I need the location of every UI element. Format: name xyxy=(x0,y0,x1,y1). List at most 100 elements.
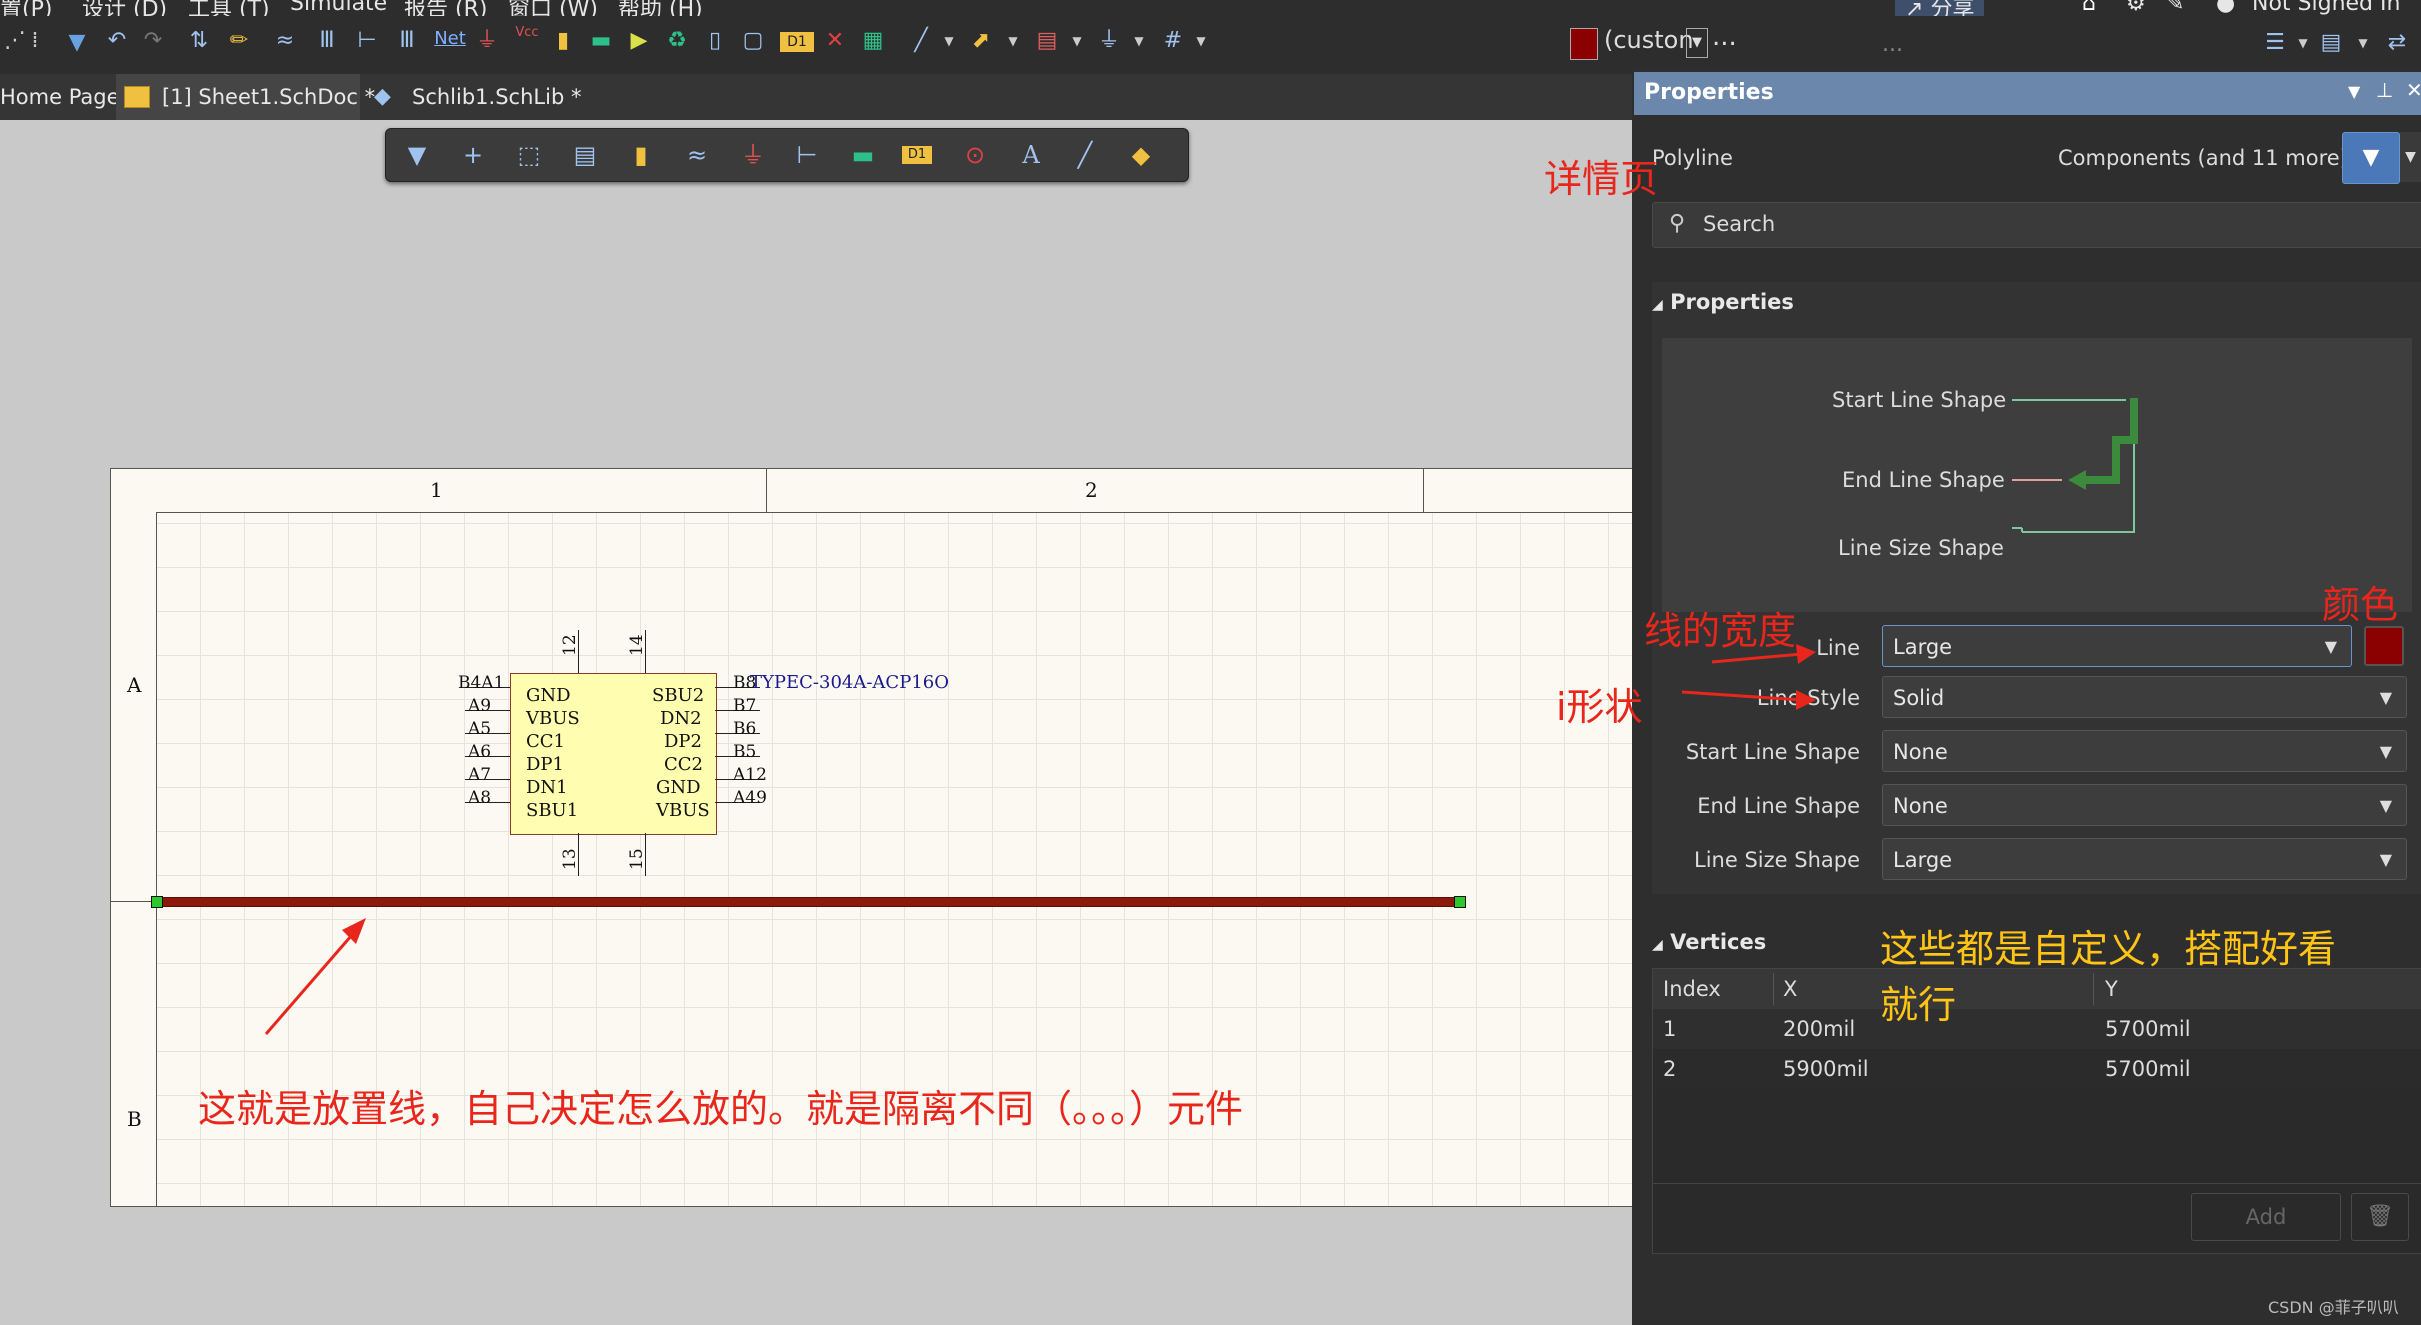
harness-tool-icon[interactable]: ⊢ xyxy=(792,141,822,169)
user-icon[interactable]: ● xyxy=(2216,0,2235,16)
sheet-symbol-icon[interactable]: ▬ xyxy=(588,28,614,54)
grid-icon[interactable]: # xyxy=(1160,28,1186,54)
tab-home-page[interactable]: Home Page xyxy=(0,74,120,120)
net-label-button[interactable]: Net xyxy=(430,26,470,52)
end-line-shape-select[interactable]: None ▼ xyxy=(1882,784,2407,826)
table-row[interactable]: 2 5900mil 5700mil xyxy=(1653,1049,2421,1089)
vertex-x[interactable]: 200mil xyxy=(1783,1017,1855,1041)
layout-dropdown-icon[interactable]: ▼ xyxy=(2350,30,2376,56)
trash-icon[interactable]: 🗑 xyxy=(2351,1193,2409,1241)
designator-tool-icon[interactable]: D1 xyxy=(902,146,932,164)
line-width-select[interactable]: Large ▼ xyxy=(1882,625,2352,667)
share-button[interactable]: ↗ 分享 xyxy=(1895,0,1985,16)
bus-entry-icon[interactable]: ⊢ xyxy=(354,28,380,54)
menu-item-design[interactable]: 设计 (D) xyxy=(82,0,167,16)
gear-icon[interactable]: ⚙ xyxy=(2126,0,2146,16)
select-icon[interactable]: ⁞ xyxy=(22,28,48,54)
toolbar-more[interactable]: ... xyxy=(1712,22,1737,52)
harness-icon[interactable]: Ⅲ xyxy=(314,28,340,54)
grid-dropdown-icon[interactable]: ▼ xyxy=(1188,28,1214,54)
polyline[interactable] xyxy=(155,897,1459,907)
menu-item-help[interactable]: 帮助 (H) xyxy=(618,0,703,16)
sheet-symbol-tool-icon[interactable]: ▬ xyxy=(848,141,878,169)
power-dropdown-icon[interactable]: ▼ xyxy=(1126,28,1152,54)
vcc-button[interactable]: Vcc xyxy=(510,20,544,46)
tab-schlib1[interactable]: ◆ Schlib1.SchLib * xyxy=(370,74,600,120)
panel-menu-icon[interactable]: ▼ xyxy=(2348,82,2360,101)
swap-icon[interactable]: ⇄ xyxy=(2384,30,2410,56)
line-color-swatch[interactable] xyxy=(2364,626,2404,666)
add-vertex-button[interactable]: Add xyxy=(2191,1193,2341,1241)
move-icon[interactable]: + xyxy=(458,141,488,169)
harness-connector-icon[interactable]: ▯ xyxy=(702,28,728,54)
filter-icon[interactable]: ▼ xyxy=(402,141,432,169)
column-header-x[interactable]: X xyxy=(1783,977,1797,1001)
line-style-select[interactable]: Solid ▼ xyxy=(1882,676,2407,718)
select-area-icon[interactable]: ⬚ xyxy=(514,141,544,169)
align-left-icon[interactable]: ▤ xyxy=(570,141,600,169)
polyline-vertex-handle[interactable] xyxy=(1454,896,1466,908)
custom-color-select[interactable]: (custon xyxy=(1604,26,1694,54)
properties-section-header[interactable]: ◢ Properties xyxy=(1652,290,1794,314)
cross-probe-icon[interactable]: ⇅ xyxy=(186,28,212,54)
polyline-vertex-handle[interactable] xyxy=(151,896,163,908)
port-icon[interactable]: Ⅲ xyxy=(394,28,420,54)
pin-icon[interactable]: ⊥ xyxy=(2376,78,2393,102)
menu-item-reports[interactable]: 报告 (R) xyxy=(404,0,487,16)
home-icon[interactable]: ⌂ xyxy=(2082,0,2096,16)
power-port-icon[interactable]: ⏚ xyxy=(1096,28,1122,54)
search-input[interactable]: ⚲ Search xyxy=(1652,202,2421,248)
panel-filter-dropdown-icon[interactable]: ▼ xyxy=(2400,132,2421,182)
vertices-section-header[interactable]: ◢ Vertices xyxy=(1652,930,1766,954)
panels-icon[interactable]: ☰ xyxy=(2262,30,2288,56)
color-swatch[interactable] xyxy=(1570,28,1598,60)
notification-icon[interactable]: ✎ xyxy=(2166,0,2184,16)
wire-icon[interactable]: ≈ xyxy=(682,141,712,169)
vertex-y[interactable]: 5700mil xyxy=(2105,1017,2191,1041)
no-erc-icon[interactable]: ✕ xyxy=(822,28,848,54)
line-tool-active-icon[interactable]: ╱ xyxy=(1070,141,1100,169)
ground-icon[interactable]: ⏚ xyxy=(474,28,500,54)
text-tool-icon[interactable]: A xyxy=(1016,141,1046,169)
undo-icon[interactable]: ↶ xyxy=(104,28,130,54)
chart-dropdown-icon[interactable]: ▼ xyxy=(1000,28,1026,54)
bus-icon[interactable]: ≈ xyxy=(272,28,298,54)
menu-item-window[interactable]: 窗口 (W) xyxy=(508,0,598,16)
layout-icon[interactable]: ▤ xyxy=(2318,30,2344,56)
line-size-shape-select[interactable]: Large ▼ xyxy=(1882,838,2407,880)
close-icon[interactable]: ✕ xyxy=(2406,78,2421,102)
table-row[interactable]: 1 200mil 5700mil xyxy=(1653,1009,2421,1049)
column-header-y[interactable]: Y xyxy=(2105,977,2118,1001)
harness-entry-icon[interactable]: ▢ xyxy=(740,28,766,54)
vertex-y[interactable]: 5700mil xyxy=(2105,1057,2191,1081)
signed-in-status[interactable]: Not Signed In xyxy=(2252,0,2400,16)
menu-item-place[interactable]: 置(P) xyxy=(0,0,52,16)
line-tool-dropdown-icon[interactable]: ▼ xyxy=(936,28,962,54)
panel-filter-button[interactable]: ▼ xyxy=(2342,132,2400,184)
column-header-index[interactable]: Index xyxy=(1663,977,1721,1001)
start-line-shape-select[interactable]: None ▼ xyxy=(1882,730,2407,772)
vertex-x[interactable]: 5900mil xyxy=(1783,1057,1869,1081)
filter-clear-icon[interactable]: ▼ xyxy=(64,30,90,56)
align-icon[interactable]: ▤ xyxy=(1034,28,1060,54)
no-erc-tool-icon[interactable]: ⊙ xyxy=(960,141,990,169)
sheet-entry-icon[interactable]: ▶ xyxy=(626,28,652,54)
align-dropdown-icon[interactable]: ▼ xyxy=(1064,28,1090,54)
redo-icon[interactable]: ↷ xyxy=(140,28,166,54)
menu-item-simulate[interactable]: Simulate xyxy=(290,0,387,16)
custom-color-dropdown-icon[interactable]: ▼ xyxy=(1686,28,1708,58)
chart-icon[interactable]: ⬈ xyxy=(968,28,994,54)
designator-icon[interactable]: D1 xyxy=(780,32,814,52)
part-icon[interactable]: ▮ xyxy=(550,28,576,54)
menu-item-tools[interactable]: 工具 (T) xyxy=(188,0,270,16)
place-part-icon[interactable]: ▮ xyxy=(626,141,656,169)
panels-dropdown-icon[interactable]: ▼ xyxy=(2290,30,2316,56)
tab-sheet1-schdoc[interactable]: [1] Sheet1.SchDoc * xyxy=(116,74,375,120)
highlight-icon[interactable]: ✏ xyxy=(226,28,252,54)
compile-mask-icon[interactable]: ▦ xyxy=(860,28,886,54)
gnd-icon[interactable]: ⏚ xyxy=(738,141,768,169)
shape-tool-icon[interactable]: ◆ xyxy=(1126,141,1156,169)
component-name[interactable]: TYPEC-304A-ACP16O xyxy=(750,673,949,693)
line-tool-icon[interactable]: ╱ xyxy=(908,28,934,54)
device-sheet-icon[interactable]: ♻ xyxy=(664,28,690,54)
